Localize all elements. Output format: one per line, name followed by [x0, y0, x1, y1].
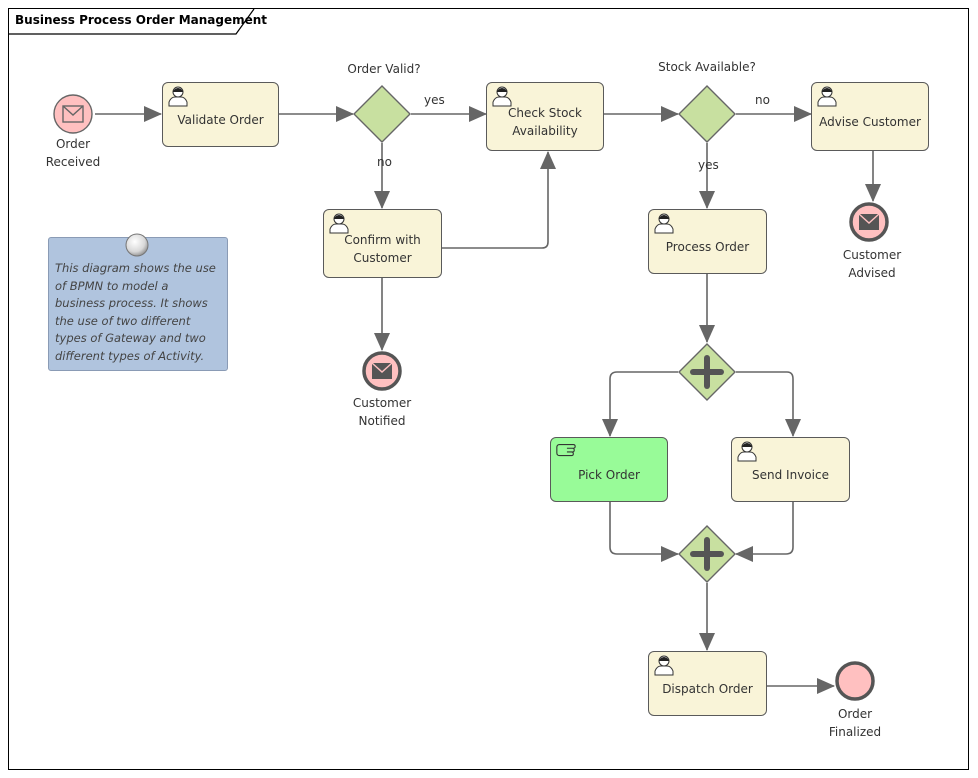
parallel-gateway-shape [678, 525, 736, 583]
task-dispatch-order[interactable]: Dispatch Order [648, 651, 767, 716]
end-event-customer-advised[interactable] [849, 202, 889, 242]
task-label: Pick Order [578, 467, 640, 482]
start-event-order-received[interactable] [53, 94, 93, 134]
task-label: Validate Order [177, 112, 264, 127]
gateway-label-stock-available: Stock Available? [658, 60, 756, 74]
task-label: Process Order [665, 239, 750, 254]
event-label-order-finalized: Order Finalized [828, 707, 882, 739]
user-icon [737, 441, 757, 462]
gateway-stock-available[interactable] [678, 85, 736, 143]
user-icon [817, 86, 837, 107]
flow-pick-to-join[interactable] [609, 501, 679, 562]
end-event-order-finalized[interactable] [835, 661, 875, 701]
flow-label-stock-no: no [755, 93, 770, 107]
task-advise-customer[interactable]: Advise Customer [811, 82, 929, 151]
task-confirm-with-customer[interactable]: Confirm with Customer [323, 209, 442, 278]
task-pick-order[interactable]: Pick Order [550, 437, 668, 502]
flow-fork-to-pick[interactable] [602, 371, 678, 437]
user-icon [329, 213, 349, 234]
task-process-order[interactable]: Process Order [648, 209, 767, 274]
hand-icon [556, 444, 576, 457]
flow-fork-to-invoice[interactable] [736, 371, 801, 437]
exclusive-gateway-shape [678, 85, 736, 143]
task-check-stock-availability[interactable]: Check Stock Availability [486, 82, 604, 151]
task-label: Advise Customer [819, 114, 921, 129]
end-event-shape [835, 661, 875, 701]
event-label-customer-advised: Customer Advised [842, 248, 902, 280]
task-label: Confirm with Customer [344, 232, 421, 265]
task-send-invoice[interactable]: Send Invoice [731, 437, 850, 502]
user-icon [654, 655, 674, 676]
gateway-parallel-join[interactable] [678, 525, 736, 583]
flow-invoice-to-join[interactable] [735, 501, 794, 562]
end-event-shape [849, 202, 889, 242]
envelope-filled-icon [371, 362, 393, 379]
user-icon [492, 86, 512, 107]
envelope-filled-icon [858, 213, 880, 230]
event-label-customer-notified: Customer Notified [352, 396, 412, 428]
flow-label-order-valid-no: no [377, 155, 392, 169]
gateway-parallel-fork[interactable] [678, 343, 736, 401]
gateway-order-valid[interactable] [353, 85, 411, 143]
note-text: This diagram shows the use of BPMN to mo… [55, 261, 216, 363]
user-icon [654, 213, 674, 234]
exclusive-gateway-shape [353, 85, 411, 143]
end-event-shape [362, 351, 402, 391]
task-validate-order[interactable]: Validate Order [162, 82, 279, 147]
flow-label-stock-yes: yes [698, 158, 719, 172]
end-event-customer-notified[interactable] [362, 351, 402, 391]
start-event-shape [53, 94, 93, 134]
event-label-order-received: Order Received [45, 137, 101, 169]
gateway-label-order-valid: Order Valid? [347, 62, 421, 76]
user-icon [168, 86, 188, 107]
task-label: Dispatch Order [662, 681, 753, 696]
task-label: Check Stock Availability [508, 105, 582, 138]
flow-label-order-valid-yes: yes [424, 93, 445, 107]
pin-icon [125, 233, 149, 257]
flow-confirm-to-checkstock[interactable] [441, 151, 556, 249]
task-label: Send Invoice [752, 467, 829, 482]
parallel-gateway-shape [678, 343, 736, 401]
